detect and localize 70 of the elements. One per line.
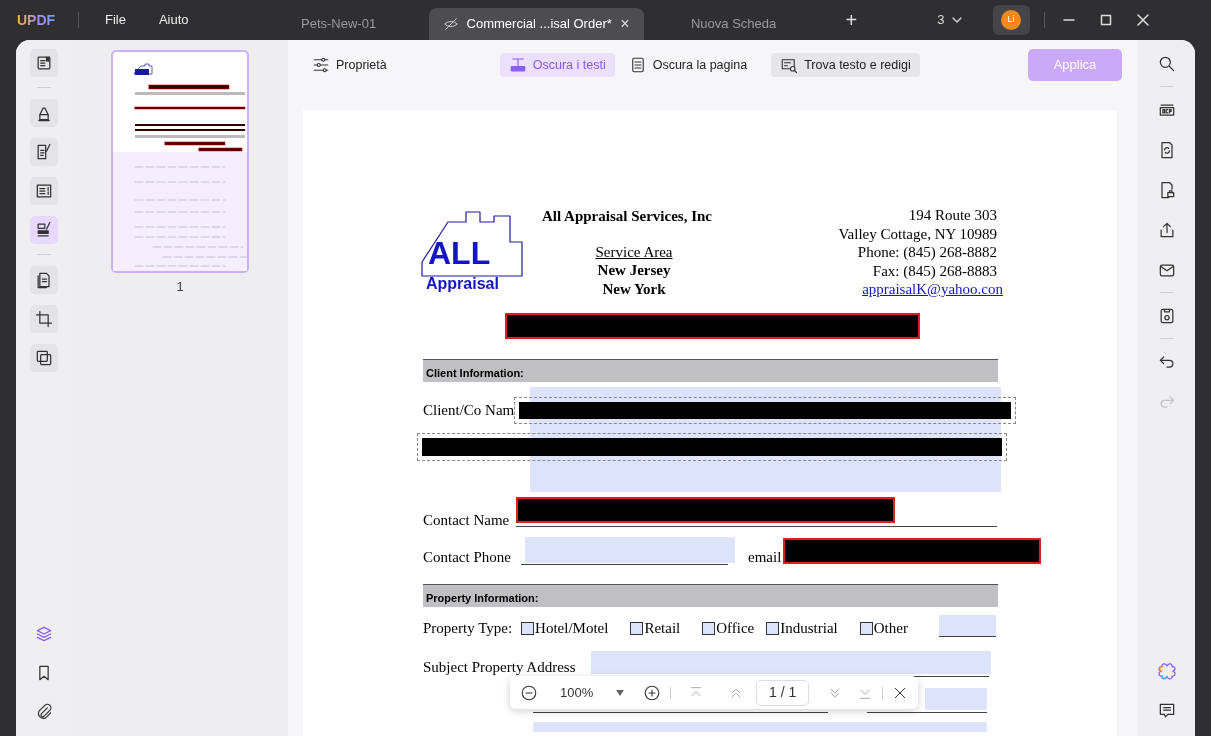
company-name: All Appraisal Services, Inc: [542, 207, 712, 225]
redact-text-icon: [508, 56, 527, 74]
menu-item[interactable]: Aiuto: [158, 10, 189, 30]
zoom-level[interactable]: 100%: [560, 682, 594, 703]
page-thumbnail[interactable]: [113, 52, 247, 271]
checkbox-label: Other: [873, 619, 908, 637]
address-line: Valley Cottage, NY 10989: [838, 224, 997, 243]
checkbox[interactable]: [630, 621, 644, 635]
window-count[interactable]: 3: [937, 10, 945, 30]
four-petal-icon: [1156, 661, 1177, 681]
field-label: Contact Phone: [423, 548, 511, 566]
redaction-mark[interactable]: [783, 538, 1041, 564]
crop-icon: [34, 309, 54, 329]
menu-item[interactable]: File: [105, 10, 126, 30]
field-label: Contact Name: [423, 511, 510, 529]
tool-button[interactable]: [30, 266, 58, 294]
checkbox-label: Retail: [644, 619, 681, 637]
service-area: New York: [602, 280, 666, 298]
address-line: 194 Route 303: [908, 206, 997, 224]
checkbox[interactable]: [702, 621, 716, 635]
tool-button[interactable]: [30, 49, 58, 77]
redaction-mark[interactable]: [505, 313, 920, 339]
checkbox[interactable]: [859, 621, 873, 635]
toolbar-button[interactable]: Proprietà: [303, 53, 396, 77]
service-area: New Jersey: [597, 261, 671, 279]
field-label: email: [748, 548, 782, 566]
redaction-mark[interactable]: [516, 497, 895, 523]
close-tab-button[interactable]: ×: [620, 12, 630, 36]
field-label: Property Type:: [423, 619, 513, 637]
checkbox[interactable]: [766, 621, 780, 635]
toolbar-button[interactable]: Trova testo e redigi: [771, 53, 920, 77]
checkbox-label: Hotel/Motel: [535, 619, 609, 637]
tool-button[interactable]: [30, 344, 58, 372]
document-tab[interactable]: Nuova Scheda: [643, 8, 824, 40]
caret-down-icon[interactable]: [615, 688, 626, 697]
form-field: [925, 688, 987, 710]
page-field[interactable]: 1 / 1: [756, 679, 810, 706]
field-label: Subject Property Address: [423, 658, 576, 676]
tool-button[interactable]: [30, 99, 58, 127]
document-tab[interactable]: Commercial ...isal Order* ×: [428, 8, 644, 40]
checkbox[interactable]: [521, 621, 535, 635]
maximize-icon[interactable]: [1099, 14, 1113, 26]
find-text-icon: [780, 56, 799, 74]
address-line: Phone: (845) 268-8882: [857, 243, 997, 261]
checkbox-label: Industrial: [780, 619, 838, 637]
chevron-down-icon[interactable]: [950, 14, 963, 26]
checkbox-label: Office: [716, 619, 755, 637]
address-line: Fax: (845) 268-8883: [872, 261, 997, 280]
close-icon[interactable]: [1136, 14, 1150, 26]
zoom-in-icon[interactable]: [643, 683, 662, 702]
document-tab[interactable]: Pets-New-01: [248, 8, 429, 40]
layers-icon: [34, 624, 54, 644]
sliders-icon: [312, 56, 330, 74]
duplicate-icon: [34, 348, 54, 368]
toolbar-button[interactable]: Oscura la pagina: [619, 53, 757, 77]
section-header: Property Information:: [423, 584, 998, 607]
tool-button[interactable]: [30, 138, 58, 166]
form-field: [939, 615, 996, 637]
email-link[interactable]: appraisalK@yahoo.con: [862, 280, 1003, 298]
toolbar-button[interactable]: Oscura i testi: [499, 53, 615, 77]
tool-button[interactable]: [30, 305, 58, 333]
zoom-out-icon[interactable]: [520, 683, 538, 702]
tool-button[interactable]: [30, 177, 58, 205]
field-label: Client/Co Nam: [423, 401, 515, 419]
new-tab-button[interactable]: +: [845, 5, 858, 35]
tool-button[interactable]: [30, 216, 58, 244]
service-area-heading: Service Area: [595, 243, 673, 261]
section-header: Client Information:: [423, 359, 998, 382]
page-number: 1: [175, 278, 185, 296]
hidden-eye-icon: [442, 16, 459, 32]
